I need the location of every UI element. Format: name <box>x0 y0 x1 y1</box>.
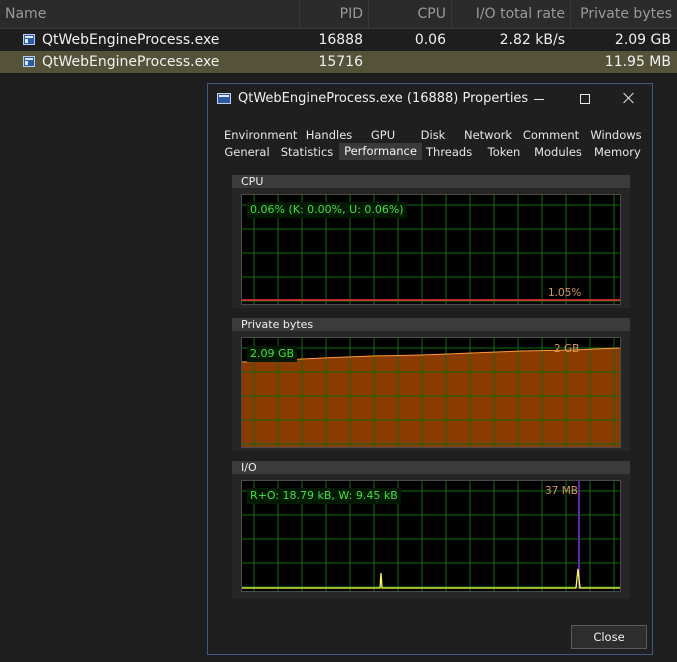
process-cpu <box>369 51 452 73</box>
column-header-bar: Name PID CPU I/O total rate Private byte… <box>0 0 677 29</box>
process-row[interactable]: QtWebEngineProcess.exe 16888 0.06 2.82 k… <box>0 29 677 51</box>
io-graph: R+O: 18.79 kB, W: 9.45 kB 37 MB <box>241 480 621 592</box>
process-cpu: 0.06 <box>414 32 446 48</box>
private-bytes-area <box>242 348 620 447</box>
column-header-cpu[interactable]: CPU <box>369 0 452 28</box>
minimize-button[interactable] <box>516 84 562 114</box>
process-pid: 16888 <box>318 32 363 48</box>
column-header-pid[interactable]: PID <box>300 0 369 28</box>
process-private-bytes: 2.09 GB <box>614 32 671 48</box>
dialog-title: QtWebEngineProcess.exe (16888) Propertie… <box>238 91 529 106</box>
tab-handles[interactable]: Handles <box>304 127 354 144</box>
tab-performance[interactable]: Performance <box>339 143 422 160</box>
tab-modules[interactable]: Modules <box>534 144 582 161</box>
process-pid: 15716 <box>318 54 363 70</box>
private-bytes-panel: Private bytes 2.09 GB 2 GB <box>232 318 630 451</box>
cpu-panel-title: CPU <box>232 175 630 188</box>
io-panel: I/O R+O: 18.79 kB, W: 9.45 kB 37 MB <box>232 461 630 599</box>
tab-disk[interactable]: Disk <box>418 127 448 144</box>
process-window-icon <box>23 56 35 67</box>
private-bytes-current-label: 2.09 GB <box>247 346 298 362</box>
dialog-titlebar[interactable]: QtWebEngineProcess.exe (16888) Propertie… <box>208 84 652 114</box>
process-io-rate <box>452 51 571 73</box>
tab-gpu[interactable]: GPU <box>368 127 398 144</box>
io-panel-title: I/O <box>232 461 630 474</box>
tab-environment[interactable]: Environment <box>224 127 297 144</box>
tab-windows[interactable]: Windows <box>588 127 644 144</box>
maximize-icon <box>580 94 590 104</box>
column-header-private-bytes[interactable]: Private bytes <box>571 0 677 28</box>
maximize-button[interactable] <box>562 84 608 114</box>
private-bytes-max-label: 2 GB <box>554 343 580 355</box>
io-current-label: R+O: 18.79 kB, W: 9.45 kB <box>247 488 401 504</box>
close-window-button[interactable] <box>606 84 652 114</box>
process-window-icon <box>217 93 231 104</box>
close-icon <box>623 92 635 104</box>
process-row-selected[interactable]: QtWebEngineProcess.exe 15716 11.95 MB <box>0 51 677 73</box>
cpu-panel: CPU 0.06% (K: 0.00%, U: 0.06%) 1.05% <box>232 175 630 308</box>
tab-token[interactable]: Token <box>486 144 522 161</box>
process-name: QtWebEngineProcess.exe <box>42 32 220 48</box>
process-io-rate: 2.82 kB/s <box>499 32 565 48</box>
io-read-line <box>242 568 620 589</box>
cpu-current-label: 0.06% (K: 0.00%, U: 0.06%) <box>247 202 407 218</box>
close-button[interactable]: Close <box>571 625 647 649</box>
tab-threads[interactable]: Threads <box>426 144 472 161</box>
tab-general[interactable]: General <box>224 144 270 161</box>
tab-statistics[interactable]: Statistics <box>280 144 334 161</box>
column-header-name[interactable]: Name <box>0 0 300 28</box>
tab-memory[interactable]: Memory <box>594 144 641 161</box>
tab-network[interactable]: Network <box>462 127 514 144</box>
minimize-icon <box>534 99 544 100</box>
cpu-graph: 0.06% (K: 0.00%, U: 0.06%) 1.05% <box>241 194 621 305</box>
process-name: QtWebEngineProcess.exe <box>42 54 220 70</box>
column-header-io-rate[interactable]: I/O total rate <box>452 0 571 28</box>
tab-comment[interactable]: Comment <box>522 127 580 144</box>
private-bytes-panel-title: Private bytes <box>232 318 630 331</box>
process-window-icon <box>23 34 35 45</box>
process-private-bytes: 11.95 MB <box>604 54 671 70</box>
io-max-label: 37 MB <box>545 485 578 497</box>
cpu-max-label: 1.05% <box>548 287 582 299</box>
private-bytes-graph: 2.09 GB 2 GB <box>241 337 621 448</box>
properties-dialog: QtWebEngineProcess.exe (16888) Propertie… <box>207 83 653 655</box>
